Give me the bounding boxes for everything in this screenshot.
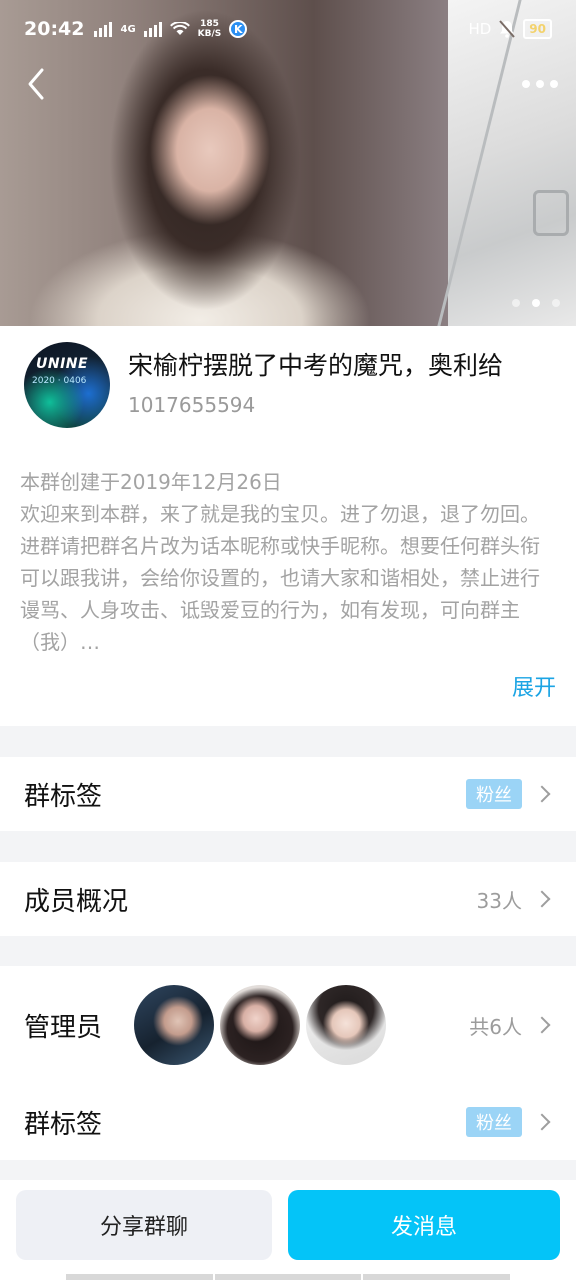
admin-avatar[interactable] bbox=[134, 985, 215, 1065]
network-speed: 185 KB/S bbox=[198, 19, 222, 39]
group-tag-badge: 粉丝 bbox=[466, 779, 522, 809]
admins-row[interactable]: 管理员 共6人 bbox=[0, 966, 576, 1084]
group-info-card: UNINE 2020 · 0406 宋榆柠摆脱了中考的魔咒，奥利给 101765… bbox=[0, 326, 576, 726]
more-dot-icon bbox=[536, 80, 544, 88]
signal-icon-2 bbox=[143, 21, 162, 37]
app-notification-icon: K bbox=[229, 20, 248, 38]
status-icons: 4G 185 KB/S K bbox=[94, 19, 248, 39]
status-right: HD 90 bbox=[468, 19, 552, 39]
chevron-right-icon bbox=[533, 785, 551, 803]
chevron-right-icon bbox=[533, 1113, 551, 1131]
status-bar: 20:42 4G 185 KB/S K HD 90 bbox=[0, 0, 576, 58]
group-intro-text: 欢迎来到本群，来了就是我的宝贝。进了勿退，退了勿回。进群请把群名片改为话本昵称或… bbox=[20, 502, 540, 654]
chevron-right-icon bbox=[533, 890, 551, 908]
more-dot-icon bbox=[522, 80, 530, 88]
group-tags-row[interactable]: 群标签 粉丝 bbox=[0, 757, 576, 831]
group-description: 本群创建于2019年12月26日 欢迎来到本群，来了就是我的宝贝。进了勿退，退了… bbox=[20, 466, 556, 658]
carousel-indicator bbox=[512, 299, 560, 307]
bottom-action-bar: 分享群聊 发消息 bbox=[0, 1180, 576, 1280]
nav-gesture-bar bbox=[66, 1274, 511, 1280]
group-created-date: 本群创建于2019年12月26日 bbox=[20, 470, 282, 494]
carousel-dot bbox=[512, 299, 520, 307]
chevron-left-icon bbox=[28, 68, 44, 100]
carousel-dot bbox=[552, 299, 560, 307]
admins-right: 共6人 bbox=[469, 1011, 552, 1040]
more-button[interactable] bbox=[520, 72, 560, 96]
group-tags-right-2: 粉丝 bbox=[466, 1107, 552, 1137]
group-photo-carousel[interactable]: 20:42 4G 185 KB/S K HD 90 bbox=[0, 0, 576, 326]
bell-muted-icon bbox=[499, 20, 516, 38]
group-name: 宋榆柠摆脱了中考的魔咒，奥利给 bbox=[128, 351, 504, 380]
signal-icon bbox=[94, 21, 113, 37]
admins-label: 管理员 bbox=[24, 1012, 103, 1043]
group-tag-badge-2: 粉丝 bbox=[466, 1107, 522, 1137]
member-count: 33人 bbox=[476, 888, 522, 913]
members-overview-row[interactable]: 成员概况 33人 bbox=[0, 862, 576, 936]
members-overview-right: 33人 bbox=[477, 885, 552, 914]
group-avatar[interactable]: UNINE 2020 · 0406 bbox=[24, 342, 110, 428]
group-avatar-date: 2020 · 0406 bbox=[32, 376, 87, 386]
group-avatar-logo: UNINE bbox=[36, 356, 89, 372]
hd-icon: HD bbox=[468, 20, 492, 38]
status-time: 20:42 bbox=[24, 18, 85, 40]
group-tags-row-2[interactable]: 群标签 粉丝 bbox=[0, 1084, 576, 1160]
group-id: 1017655594 bbox=[128, 393, 256, 417]
wifi-icon bbox=[169, 22, 190, 35]
carousel-dot-active bbox=[532, 299, 540, 307]
members-overview-label: 成员概况 bbox=[24, 886, 129, 917]
group-tags-label-2: 群标签 bbox=[24, 1109, 103, 1140]
more-dot-icon bbox=[550, 80, 558, 88]
speed-value: 185 bbox=[200, 19, 219, 29]
admin-avatar-list bbox=[134, 985, 387, 1065]
admin-count: 共6人 bbox=[469, 1014, 522, 1039]
expand-link[interactable]: 展开 bbox=[512, 670, 556, 702]
chevron-right-icon bbox=[533, 1016, 551, 1034]
share-group-button[interactable]: 分享群聊 bbox=[16, 1190, 272, 1260]
admin-avatar[interactable] bbox=[306, 985, 387, 1065]
back-button[interactable] bbox=[22, 64, 58, 104]
admin-avatar[interactable] bbox=[220, 985, 301, 1065]
group-tags-label: 群标签 bbox=[24, 781, 103, 812]
send-message-button[interactable]: 发消息 bbox=[288, 1190, 560, 1260]
network-type: 4G bbox=[120, 23, 136, 35]
speed-unit: KB/S bbox=[197, 29, 222, 39]
battery-icon: 90 bbox=[523, 19, 552, 39]
group-tags-right: 粉丝 bbox=[466, 779, 552, 809]
